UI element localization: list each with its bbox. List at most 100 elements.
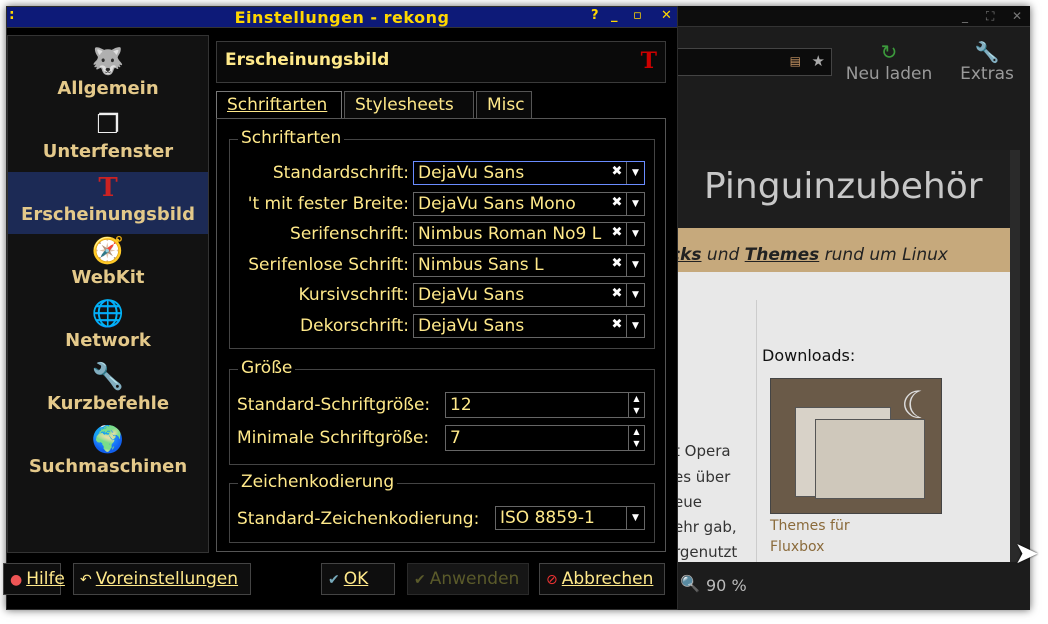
web-text: rund um Linux	[819, 245, 948, 265]
sidebar-item-erscheinungsbild[interactable]: T Erscheinungsbild	[8, 172, 208, 234]
button-label: Hilfe	[26, 569, 65, 589]
wrench-icon: 🔧	[974, 40, 1000, 64]
maximize-icon[interactable]: ⛶	[986, 9, 994, 24]
web-content: Pinguinzubehör cks und Themes rund um Li…	[670, 150, 1020, 562]
bookmark-star-icon[interactable]: ★	[812, 52, 825, 70]
web-link-themes[interactable]: Themes	[745, 245, 820, 265]
chevron-down-icon[interactable]: ▼	[626, 162, 644, 184]
minimize-icon[interactable]: _	[962, 9, 968, 23]
web-text: und	[701, 245, 745, 265]
extras-label: Extras	[960, 64, 1014, 84]
chevron-down-icon[interactable]: ▼	[626, 315, 644, 337]
help-button[interactable]: ● Hilfe	[3, 563, 65, 595]
wrench-icon: 🔧	[91, 362, 125, 392]
theme-thumbnail[interactable]: ☾	[770, 378, 942, 514]
chevron-up-icon[interactable]: ▲	[628, 393, 644, 405]
ok-button[interactable]: ✔ OK	[321, 563, 395, 595]
sidebar-item-kurzbefehle[interactable]: 🔧 Kurzbefehle	[8, 361, 208, 423]
chevron-down-icon[interactable]: ▼	[626, 254, 644, 276]
sidebar-item-webkit[interactable]: 🧭 WebKit	[8, 235, 208, 297]
spinbox-value: 12	[450, 395, 472, 415]
standard-size-spinbox[interactable]: 12 ▲ ▼	[445, 392, 645, 418]
encoding-label: Standard-Zeichenkodierung:	[237, 509, 480, 529]
minimum-size-spinbox[interactable]: 7 ▲ ▼	[445, 425, 645, 451]
chevron-down-icon[interactable]: ▼	[626, 284, 644, 306]
cancel-icon: ⊘	[546, 572, 558, 588]
maximize-icon[interactable]: ▫	[633, 8, 642, 23]
button-label: Anwenden	[429, 569, 520, 589]
web-tagline: cks und Themes rund um Linux	[670, 228, 1020, 272]
chevron-down-icon[interactable]: ▼	[626, 507, 644, 529]
rss-icon[interactable]: ▤	[790, 54, 801, 68]
compass-icon: 🧭	[91, 236, 125, 266]
tab-panel: Schriftarten Standardschrift: DejaVu San…	[216, 118, 666, 552]
url-bar[interactable]: ▤ ★	[666, 48, 832, 76]
fixed-font-label: 't mit fester Breite:	[247, 194, 409, 214]
group-title: Zeichenkodierung	[238, 472, 398, 492]
settings-sidebar: 🐺 Allgemein ❐ Unterfenster T Erscheinung…	[7, 35, 209, 553]
sidebar-item-label: Unterfenster	[42, 141, 174, 162]
vertical-scrollbar[interactable]	[1010, 150, 1020, 562]
fixed-font-combo[interactable]: DejaVu Sans Mono ✖ ▼	[413, 192, 645, 216]
tab-label: Stylesheets	[355, 95, 454, 115]
tab-misc[interactable]: Misc	[476, 91, 532, 118]
encoding-combo[interactable]: ISO 8859-1 ▼	[495, 506, 645, 530]
apply-button[interactable]: ✔ Anwenden	[407, 563, 529, 595]
sidebar-item-label: Kurzbefehle	[46, 393, 170, 414]
button-bar: ● Hilfe ↶ Voreinstellungen ✔ OK ✔ Anwenden ⊘…	[3, 559, 677, 609]
clear-icon[interactable]: ✖	[610, 257, 624, 271]
tab-stylesheets[interactable]: Stylesheets	[344, 91, 474, 118]
zoom-level: 90 %	[706, 576, 747, 595]
zoom-icon[interactable]: 🔍	[680, 574, 700, 593]
settings-dialog: : Einstellungen - rekong ? _ ▫ ✕ 🐺 Allge…	[3, 6, 678, 610]
decor-font-combo[interactable]: DejaVu Sans ✖ ▼	[413, 314, 645, 338]
cancel-button[interactable]: ⊘ Abbrechen	[539, 563, 665, 595]
clear-icon[interactable]: ✖	[610, 318, 624, 332]
serif-font-combo[interactable]: Nimbus Roman No9 L ✖ ▼	[413, 222, 645, 246]
check-icon: ✔	[328, 572, 340, 588]
close-icon[interactable]: ✕	[661, 8, 672, 23]
italic-font-combo[interactable]: DejaVu Sans ✖ ▼	[413, 283, 645, 307]
clear-icon[interactable]: ✖	[610, 196, 624, 210]
tab-schriftarten[interactable]: Schriftarten	[216, 91, 342, 120]
sidebar-item-unterfenster[interactable]: ❐ Unterfenster	[8, 109, 208, 171]
web-text-line: ehr gab,	[674, 518, 737, 536]
minimize-icon[interactable]: _	[611, 8, 618, 23]
reload-button[interactable]: ↻ Neu laden	[844, 42, 934, 84]
web-divider	[756, 300, 757, 562]
close-icon[interactable]: ✕	[1012, 9, 1022, 23]
chevron-down-icon[interactable]: ▼	[628, 438, 644, 450]
chevron-down-icon[interactable]: ▼	[628, 405, 644, 417]
defaults-icon: ↶	[80, 572, 92, 588]
sans-font-combo[interactable]: Nimbus Sans L ✖ ▼	[413, 253, 645, 277]
sidebar-item-label: Allgemein	[57, 78, 159, 99]
sidebar-item-allgemein[interactable]: 🐺 Allgemein	[8, 46, 208, 108]
web-text-line: es über	[674, 468, 731, 486]
minimum-size-label: Minimale Schriftgröße:	[237, 428, 430, 448]
button-label: OK	[343, 569, 369, 589]
help-icon: ●	[10, 572, 23, 588]
help-icon[interactable]: ?	[591, 8, 599, 23]
web-page-title: Pinguinzubehör	[704, 166, 983, 207]
tab-label: Misc	[487, 95, 525, 115]
clear-icon[interactable]: ✖	[610, 165, 624, 179]
clear-icon[interactable]: ✖	[610, 226, 624, 240]
chevron-down-icon[interactable]: ▼	[626, 223, 644, 245]
standard-font-combo[interactable]: DejaVu Sans ✖ ▼	[413, 161, 645, 185]
check-icon: ✔	[414, 572, 426, 588]
sidebar-item-network[interactable]: 🌐 Network	[8, 298, 208, 360]
clear-icon[interactable]: ✖	[610, 287, 624, 301]
theme-caption[interactable]: Themes für Fluxbox	[770, 516, 890, 558]
appearance-icon: T	[640, 48, 657, 74]
decor-font-label: Dekorschrift:	[300, 316, 409, 336]
chevron-up-icon[interactable]: ▲	[628, 426, 644, 438]
dialog-titlebar[interactable]: : Einstellungen - rekong ? _ ▫ ✕	[7, 7, 677, 28]
wolf-icon: 🐺	[91, 47, 125, 77]
chevron-down-icon[interactable]: ▼	[626, 193, 644, 215]
standard-size-label: Standard-Schriftgröße:	[237, 395, 431, 415]
defaults-button[interactable]: ↶ Voreinstellungen	[73, 563, 251, 595]
sidebar-item-suchmaschinen[interactable]: 🌍 Suchmaschinen	[8, 424, 208, 486]
button-label: Abbrechen	[561, 569, 654, 589]
extras-button[interactable]: 🔧 Extras	[954, 42, 1020, 84]
caption-line: Fluxbox	[770, 539, 825, 555]
